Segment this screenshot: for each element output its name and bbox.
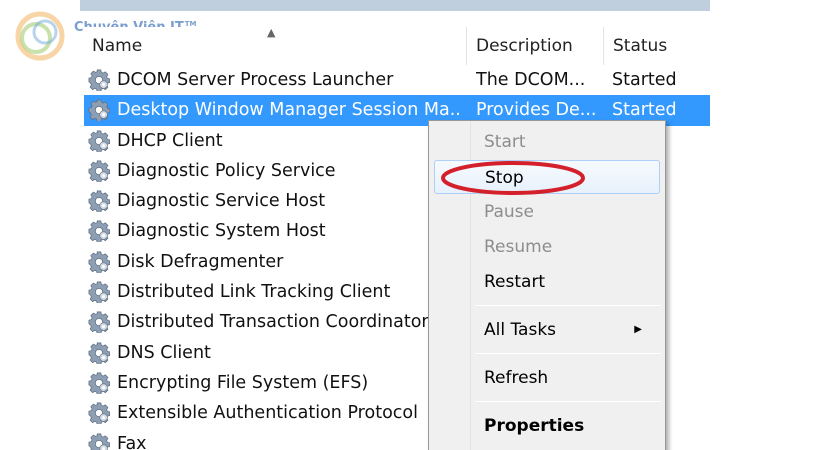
gear-icon xyxy=(88,433,111,450)
service-name: DCOM Server Process Launcher xyxy=(117,70,394,90)
menu-separator xyxy=(475,401,661,402)
service-name: Extensible Authentication Protocol xyxy=(117,403,418,424)
gear-icon xyxy=(88,311,111,335)
gear-icon xyxy=(88,251,111,274)
service-status: Started xyxy=(612,70,677,90)
service-name: Diagnostic Policy Service xyxy=(117,160,336,181)
column-header-name[interactable]: Name xyxy=(84,27,467,65)
service-name: Fax xyxy=(117,433,147,450)
service-name: DNS Client xyxy=(117,342,211,363)
gear-icon xyxy=(88,130,111,153)
gear-icon xyxy=(88,281,111,304)
gear-icon xyxy=(88,220,111,244)
menu-item-pause[interactable]: Pause xyxy=(434,195,660,229)
sort-up-icon: ▲ xyxy=(267,26,276,39)
service-name: DHCP Client xyxy=(117,130,223,151)
menu-item-start[interactable]: Start xyxy=(434,125,660,159)
menu-separator xyxy=(475,305,661,306)
column-header-status[interactable]: Status xyxy=(605,27,701,65)
service-name: Desktop Window Manager Session Ma... xyxy=(117,100,462,121)
gear-icon xyxy=(88,99,111,123)
table-row[interactable]: DCOM Server Process Launcher The DCOM... S… xyxy=(84,65,710,95)
gear-icon xyxy=(88,342,111,365)
service-name: Encrypting File System (EFS) xyxy=(117,372,369,393)
menu-item-properties[interactable]: Properties xyxy=(434,409,660,443)
gear-icon xyxy=(88,402,111,426)
menu-item-all-tasks[interactable]: All Tasks ▶ xyxy=(434,313,660,347)
service-name: Diagnostic Service Host xyxy=(117,191,326,212)
column-header-description[interactable]: Description xyxy=(468,27,604,65)
menu-separator xyxy=(475,353,661,354)
menu-item-refresh[interactable]: Refresh xyxy=(434,361,660,395)
logo-mark-icon xyxy=(15,11,65,61)
service-name: Diagnostic System Host xyxy=(117,221,326,242)
menu-item-restart[interactable]: Restart xyxy=(434,265,660,299)
service-description: The DCOM... xyxy=(476,70,586,90)
gear-icon xyxy=(88,160,111,183)
gear-icon xyxy=(88,190,111,214)
column-header-row: Name ▲ Description Status xyxy=(84,27,710,65)
menu-item-resume[interactable]: Resume xyxy=(434,230,660,264)
service-name: Disk Defragmenter xyxy=(117,251,284,272)
menu-item-all-tasks-label: All Tasks xyxy=(484,320,557,340)
gear-icon xyxy=(88,372,111,395)
service-name: Distributed Link Tracking Client xyxy=(117,282,391,303)
service-name: Distributed Transaction Coordinator xyxy=(117,312,429,333)
chevron-right-icon: ▶ xyxy=(634,324,642,335)
highlight-ellipse xyxy=(441,161,585,195)
gear-icon xyxy=(88,69,111,92)
